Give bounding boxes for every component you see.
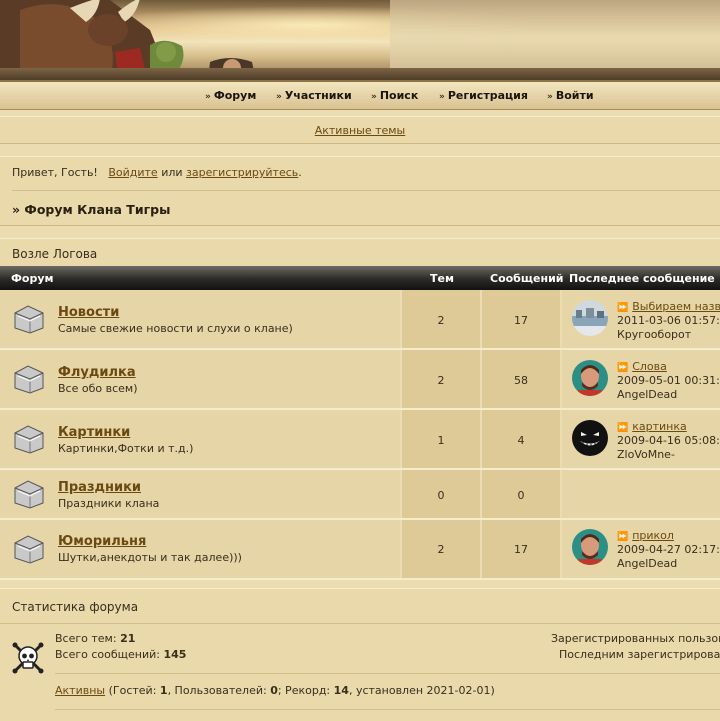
forum-description: Самые свежие новости и слухи о клане) [58, 322, 293, 335]
forum-folder-icon [14, 365, 44, 394]
forum-link-pictures[interactable]: Картинки [58, 425, 130, 440]
register-link[interactable]: зарегистрируйтесь [186, 166, 298, 179]
forum-link-news[interactable]: Новости [58, 305, 119, 320]
forum-folder-icon [14, 480, 44, 509]
stats-title: Статистика форума [12, 600, 139, 614]
nav-members[interactable]: » Участники [276, 89, 352, 102]
forum-folder-icon [14, 305, 44, 334]
site-banner [0, 0, 720, 80]
last-post-date: 2009-04-16 05:08: [617, 434, 720, 447]
last-post-title[interactable]: ⏩ картинка [617, 420, 687, 433]
post-count: 17 [514, 543, 528, 556]
post-count: 4 [517, 434, 525, 447]
double-chevron-icon: » [205, 92, 211, 102]
double-chevron-icon: » [439, 92, 445, 102]
last-post-arrow-icon: ⏩ [617, 303, 629, 313]
last-post-author: AngelDead [617, 557, 678, 570]
last-registered: Последним зарегистрирова [559, 648, 720, 661]
forum-link-humor[interactable]: Юморильня [58, 534, 146, 549]
welcome-text: Привет, Гость! Войдите или зарегистрируй… [12, 166, 302, 179]
nav-login[interactable]: » Войти [547, 89, 594, 102]
total-posts: Всего сообщений: 145 [55, 648, 187, 661]
last-post-date: 2009-05-01 00:31: [617, 374, 720, 387]
nav-register[interactable]: » Регистрация [439, 89, 528, 102]
forum-description: Картинки,Фотки и т.д.) [58, 442, 194, 455]
col-topics: Тем [430, 272, 454, 285]
last-post-author: AngelDead [617, 388, 678, 401]
category-title: Возле Логова [12, 247, 98, 261]
last-post-title[interactable]: ⏩ прикол [617, 529, 674, 542]
col-last: Последнее сообщение [569, 272, 715, 285]
welcome-panel: Привет, Гость! Войдите или зарегистрируй… [0, 156, 720, 226]
registered-users: Зарегистрированных пользов [551, 632, 720, 645]
forum-folder-icon [14, 425, 44, 454]
forum-link-holidays[interactable]: Праздники [58, 480, 141, 495]
forum-description: Шутки,анекдоты и так далее))) [58, 551, 242, 564]
last-post-title[interactable]: ⏩ Выбираем назв [617, 300, 720, 313]
category-header: Возле Логова [0, 238, 720, 266]
topic-count: 2 [437, 543, 445, 556]
double-chevron-icon: » [371, 92, 377, 102]
avatar[interactable] [572, 300, 608, 336]
forum-description: Все обо всем) [58, 382, 138, 395]
login-link[interactable]: Войдите [108, 166, 157, 179]
active-users-link[interactable]: Активны [55, 684, 105, 697]
double-chevron-icon: » [276, 92, 282, 102]
forum-description: Праздники клана [58, 497, 160, 510]
forum-stats: Статистика форума Всего тем: 21 Всего со… [0, 588, 720, 721]
active-topics-bar: Активные темы [0, 116, 720, 144]
forum-row: Картинки Картинки,Фотки и т.д.) 1 4 ⏩ кар… [0, 410, 720, 470]
forum-row: Юморильня Шутки,анекдоты и так далее))) … [0, 520, 720, 580]
online-users: Активны (Гостей: 1, Пользователей: 0; Ре… [55, 684, 495, 697]
nav-search[interactable]: » Поиск [371, 89, 418, 102]
col-forum: Форум [11, 272, 54, 285]
avatar[interactable] [572, 529, 608, 565]
topic-count: 2 [437, 374, 445, 387]
skull-crossbones-icon [12, 642, 44, 674]
avatar[interactable] [572, 360, 608, 396]
col-posts: Сообщений [490, 272, 564, 285]
last-post-date: 2011-03-06 01:57: [617, 314, 720, 327]
post-count: 17 [514, 314, 528, 327]
breadcrumb[interactable]: » Форум Клана Тигры [12, 202, 170, 217]
forum-folder-icon [14, 535, 44, 564]
last-post-arrow-icon: ⏩ [617, 532, 629, 542]
last-post-title[interactable]: ⏩ Слова [617, 360, 667, 373]
forum-link-flood[interactable]: Флудилка [58, 365, 136, 380]
topic-count: 1 [437, 434, 445, 447]
topic-count: 0 [437, 489, 445, 502]
post-count: 0 [517, 489, 525, 502]
main-nav: » Форум » Участники » Поиск » Регистрация » В… [0, 80, 720, 110]
double-chevron-icon: » [547, 92, 553, 102]
avatar[interactable] [572, 420, 608, 456]
nav-forum[interactable]: » Форум [205, 89, 256, 102]
forum-row: Праздники Праздники клана 0 0 [0, 470, 720, 520]
forum-table-header: Форум Тем Сообщений Последнее сообщение [0, 266, 720, 290]
topic-count: 2 [437, 314, 445, 327]
post-count: 58 [514, 374, 528, 387]
last-post-author: Кругооборот [617, 328, 692, 341]
last-post-author: ZloVoMne- [617, 448, 675, 461]
active-topics-link[interactable]: Активные темы [0, 124, 720, 137]
total-topics: Всего тем: 21 [55, 632, 136, 645]
last-post-arrow-icon: ⏩ [617, 423, 629, 433]
forum-row: Флудилка Все обо всем) 2 58 ⏩ Слова 2009-… [0, 350, 720, 410]
forum-row: Новости Самые свежие новости и слухи о к… [0, 290, 720, 350]
last-post-arrow-icon: ⏩ [617, 363, 629, 373]
last-post-date: 2009-04-27 02:17: [617, 543, 720, 556]
